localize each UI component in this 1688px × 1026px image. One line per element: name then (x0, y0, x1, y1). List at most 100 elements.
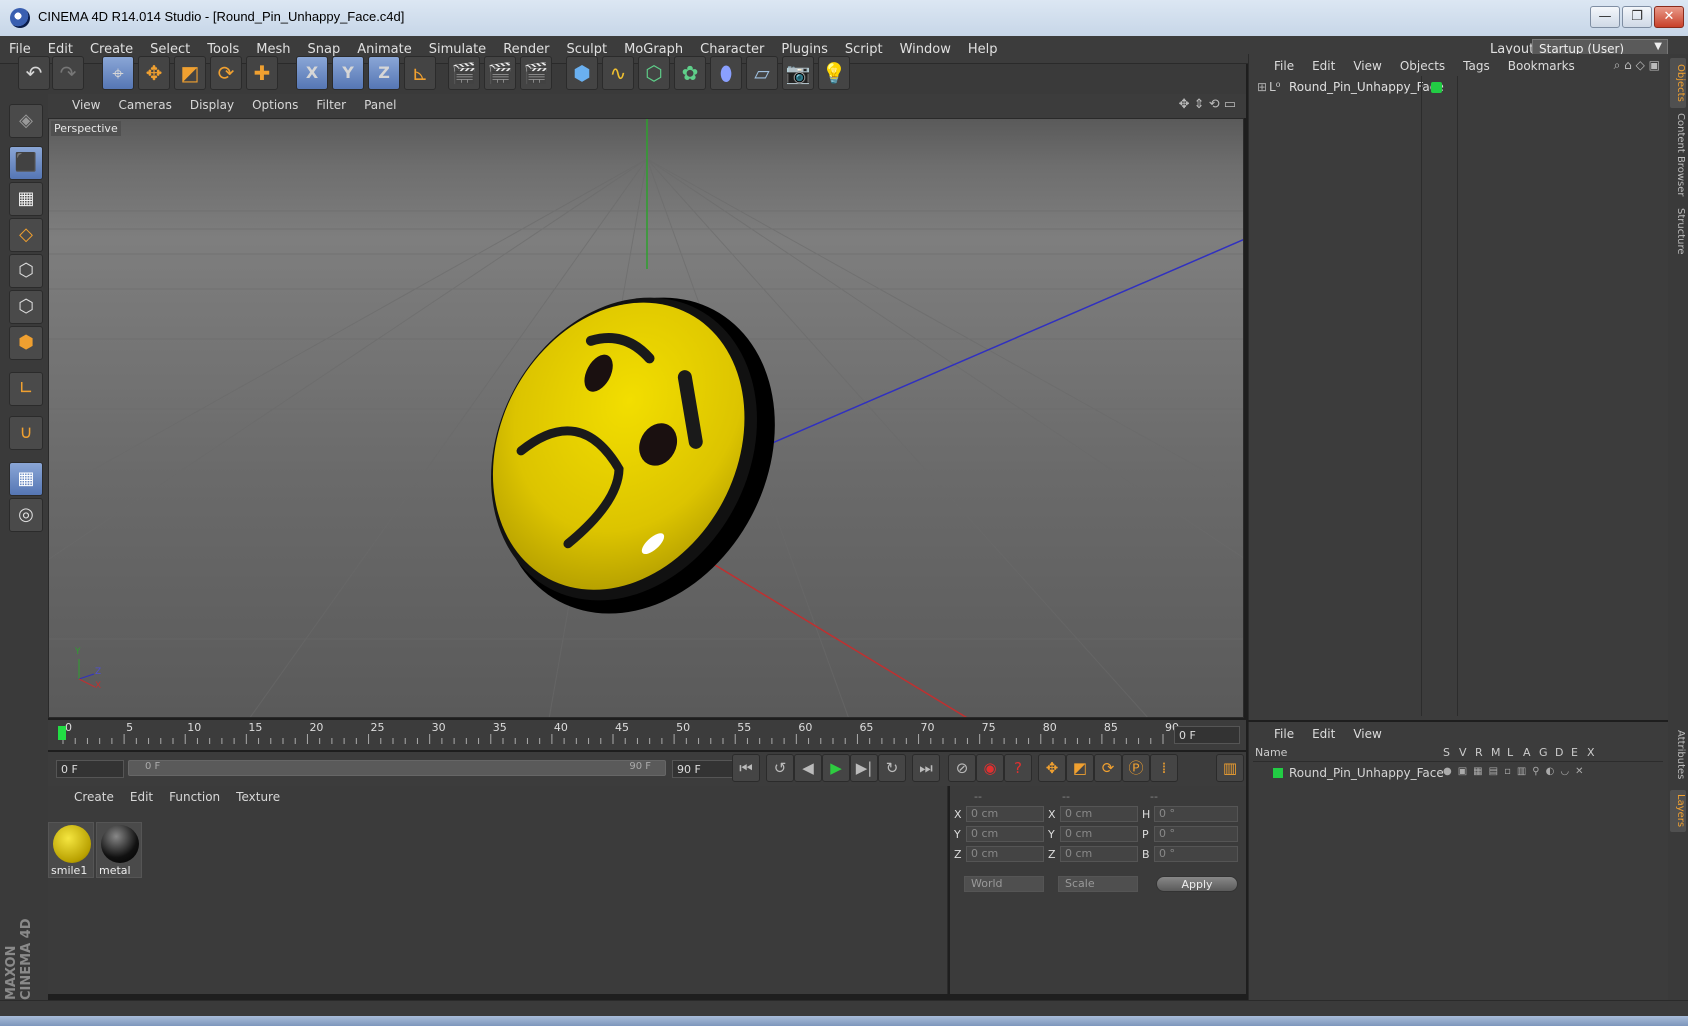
tab-content-browser[interactable]: Content Browser (1670, 112, 1686, 198)
close-button[interactable]: ✕ (1654, 6, 1684, 28)
layer-color-swatch[interactable] (1273, 768, 1283, 778)
start-frame-field[interactable]: 0 F (56, 760, 124, 778)
search-icon[interactable]: ⌕ ⌂ ◇ ▣ (1614, 58, 1660, 73)
menu-render[interactable]: Render (494, 36, 557, 57)
key-scale-button[interactable]: ◩ (1066, 754, 1094, 782)
viewport-menu-view[interactable]: View (48, 94, 109, 112)
rotation-p-field[interactable]: 0 ° (1154, 826, 1238, 842)
expand-icon[interactable]: ⊞ (1257, 80, 1267, 94)
object-menu-view[interactable]: View (1344, 54, 1390, 78)
floor-button[interactable]: ▱ (746, 56, 778, 90)
timeline-button[interactable]: ▥ (1216, 754, 1244, 782)
axis-mode-button[interactable]: ∟ (9, 372, 43, 406)
key-parameter-button[interactable]: Ⓟ (1122, 754, 1150, 782)
object-menu-tags[interactable]: Tags (1454, 54, 1499, 78)
previous-frame-button[interactable]: ◀ (794, 754, 822, 782)
size-z-field[interactable]: 0 cm (1060, 846, 1138, 862)
go-to-end-button[interactable]: ⏭ (912, 754, 940, 782)
object-row[interactable]: ⊞ L⁰ Round_Pin_Unhappy_Face (1253, 80, 1663, 98)
move-tool-button[interactable]: ✥ (138, 56, 170, 90)
coord-mode-dropdown[interactable]: World (964, 876, 1044, 892)
unhappy-face-pin[interactable] (436, 245, 828, 663)
rotation-h-field[interactable]: 0 ° (1154, 806, 1238, 822)
layer-menu-edit[interactable]: Edit (1303, 722, 1344, 746)
menu-snap[interactable]: Snap (299, 36, 349, 57)
layer-menu-view[interactable]: View (1344, 722, 1390, 746)
menu-simulate[interactable]: Simulate (420, 36, 494, 57)
key-position-button[interactable]: ✥ (1038, 754, 1066, 782)
menu-plugins[interactable]: Plugins (772, 36, 836, 57)
menu-help[interactable]: Help (959, 36, 1006, 57)
record-active-button[interactable]: ⊘ (948, 754, 976, 782)
rotation-b-field[interactable]: 0 ° (1154, 846, 1238, 862)
object-menu-objects[interactable]: Objects (1391, 54, 1454, 78)
render-picture-viewer-button[interactable]: 🎬 (484, 56, 516, 90)
make-editable-button[interactable]: ◈ (9, 104, 43, 138)
key-pla-button[interactable]: ⁞ (1150, 754, 1178, 782)
menu-script[interactable]: Script (836, 36, 891, 57)
timeline-ruler[interactable]: 0 5 10 15 20 25 30 35 40 45 50 55 60 65 70 75 80 85 90 0 F (48, 720, 1246, 750)
menu-file[interactable]: File (0, 36, 39, 57)
tab-objects[interactable]: Objects (1670, 58, 1686, 108)
spline-button[interactable]: ∿ (602, 56, 634, 90)
light-button[interactable]: 💡 (818, 56, 850, 90)
x-axis-lock-button[interactable]: X (296, 56, 328, 90)
tab-layers[interactable]: Layers (1670, 790, 1686, 832)
viewport-menu-display[interactable]: Display (181, 94, 243, 112)
texture-mode-button[interactable]: ▦ (9, 182, 43, 216)
cube-object-button[interactable]: ⬢ (566, 56, 598, 90)
snap-magnet-button[interactable]: ∪ (9, 416, 43, 450)
keyframe-selection-button[interactable]: ? (1004, 754, 1032, 782)
z-axis-lock-button[interactable]: Z (368, 56, 400, 90)
play-button[interactable]: ▶ (822, 754, 850, 782)
undo-button[interactable]: ↶ (18, 56, 50, 90)
position-y-field[interactable]: 0 cm (966, 826, 1044, 842)
position-z-field[interactable]: 0 cm (966, 846, 1044, 862)
redo-button[interactable]: ↷ (52, 56, 84, 90)
size-y-field[interactable]: 0 cm (1060, 826, 1138, 842)
layer-menu-file[interactable]: File (1265, 722, 1303, 746)
coordinate-system-button[interactable]: ⊾ (404, 56, 436, 90)
viewport-menu-filter[interactable]: Filter (307, 94, 355, 112)
material-metal[interactable]: metal (96, 822, 142, 878)
scale-tool-button[interactable]: ◩ (174, 56, 206, 90)
current-frame-field[interactable]: 0 F (1174, 726, 1240, 744)
previous-key-button[interactable]: ↺ (766, 754, 794, 782)
camera-button[interactable]: 📷 (782, 56, 814, 90)
timeline-playhead[interactable] (58, 726, 66, 740)
material-menu-create[interactable]: Create (66, 786, 122, 808)
go-to-start-button[interactable]: ⏮ (732, 754, 760, 782)
end-frame-field[interactable]: 90 F (672, 760, 736, 778)
render-view-button[interactable]: 🎬 (448, 56, 480, 90)
menu-character[interactable]: Character (691, 36, 772, 57)
y-axis-lock-button[interactable]: Y (332, 56, 364, 90)
nurbs-button[interactable]: ⬡ (638, 56, 670, 90)
model-mode-button[interactable]: ⬛ (9, 146, 43, 180)
material-menu-edit[interactable]: Edit (122, 786, 161, 808)
apply-button[interactable]: Apply (1156, 876, 1238, 892)
render-settings-button[interactable]: 🎬 (520, 56, 552, 90)
array-button[interactable]: ✿ (674, 56, 706, 90)
object-menu-file[interactable]: File (1265, 54, 1303, 78)
material-menu-function[interactable]: Function (161, 786, 228, 808)
menu-tools[interactable]: Tools (198, 36, 247, 57)
frame-range-slider[interactable]: 0 F 90 F (128, 760, 666, 776)
deformer-button[interactable]: ⬮ (710, 56, 742, 90)
points-mode-button[interactable]: ⬡ (9, 254, 43, 288)
autokey-button[interactable]: ◉ (976, 754, 1004, 782)
object-menu-edit[interactable]: Edit (1303, 54, 1344, 78)
material-smile1[interactable]: smile1 (48, 822, 94, 878)
menu-select[interactable]: Select (141, 36, 198, 57)
position-x-field[interactable]: 0 cm (966, 806, 1044, 822)
viewport-menu-cameras[interactable]: Cameras (109, 94, 180, 112)
workplane-mode-button[interactable]: ◇ (9, 218, 43, 252)
coord-type-dropdown[interactable]: Scale (1058, 876, 1138, 892)
menu-mesh[interactable]: Mesh (247, 36, 298, 57)
edges-mode-button[interactable]: ⬡ (9, 290, 43, 324)
size-x-field[interactable]: 0 cm (1060, 806, 1138, 822)
restore-button[interactable]: ❐ (1622, 6, 1652, 28)
viewport-menu-options[interactable]: Options (243, 94, 307, 112)
viewport-nav-icons[interactable]: ✥ ⇕ ⟲ ▭ (1179, 97, 1236, 112)
next-key-button[interactable]: ↻ (878, 754, 906, 782)
locked-workplane-button[interactable]: ▦ (9, 462, 43, 496)
